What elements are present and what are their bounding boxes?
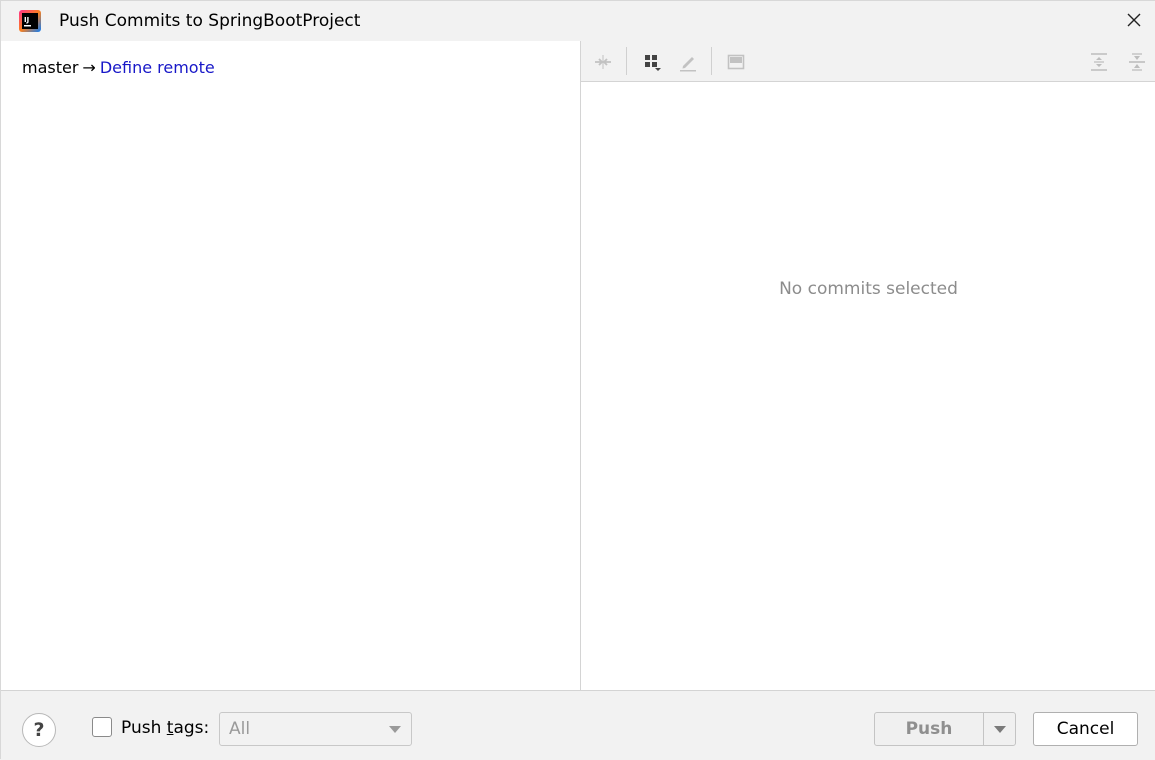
group-by-button[interactable] — [639, 49, 665, 75]
window-title: Push Commits to SpringBootProject — [59, 11, 361, 31]
help-button[interactable]: ? — [22, 713, 56, 747]
expand-all-button[interactable] — [1086, 49, 1112, 75]
tags-select-value: All — [229, 719, 251, 739]
chevron-down-icon — [389, 726, 401, 733]
help-icon: ? — [33, 719, 45, 741]
push-commits-dialog: IJ Push Commits to SpringBootProject mas… — [0, 0, 1155, 760]
edit-icon — [680, 57, 696, 72]
branch-row[interactable]: master → Define remote — [22, 58, 215, 77]
close-button[interactable] — [1120, 6, 1148, 34]
no-commits-message: No commits selected — [779, 279, 958, 299]
title-bar: IJ Push Commits to SpringBootProject — [1, 1, 1155, 41]
dialog-footer: ? Push tags: All Push Cancel — [1, 690, 1155, 760]
arrow-icon: → — [82, 58, 96, 77]
details-toolbar — [581, 41, 1155, 82]
cancel-button[interactable]: Cancel — [1033, 712, 1138, 746]
expand-all-icon — [1091, 53, 1107, 71]
close-icon — [1127, 13, 1141, 27]
collapse-all-icon — [1129, 53, 1145, 71]
define-remote-link[interactable]: Define remote — [100, 58, 215, 77]
push-targets-panel: master → Define remote — [1, 41, 580, 690]
group-by-icon — [645, 55, 661, 71]
collapse-all-button[interactable] — [1124, 49, 1150, 75]
push-button[interactable]: Push — [874, 712, 984, 746]
preview-button[interactable] — [723, 49, 749, 75]
edit-button[interactable] — [675, 49, 701, 75]
collapse-icon — [595, 55, 611, 69]
svg-text:IJ: IJ — [24, 16, 29, 24]
tags-select[interactable]: All — [219, 712, 412, 746]
branch-name: master — [22, 58, 79, 77]
push-options-dropdown[interactable] — [983, 712, 1016, 746]
preview-icon — [727, 54, 745, 70]
toolbar-separator — [626, 47, 627, 75]
chevron-down-icon — [993, 725, 1006, 733]
commit-details-panel: No commits selected — [581, 41, 1155, 690]
toolbar-separator — [711, 47, 712, 75]
collapse-button[interactable] — [590, 49, 616, 75]
push-tags-checkbox[interactable] — [92, 717, 112, 737]
intellij-app-icon: IJ — [19, 10, 41, 32]
push-tags-label[interactable]: Push tags: — [121, 718, 209, 738]
